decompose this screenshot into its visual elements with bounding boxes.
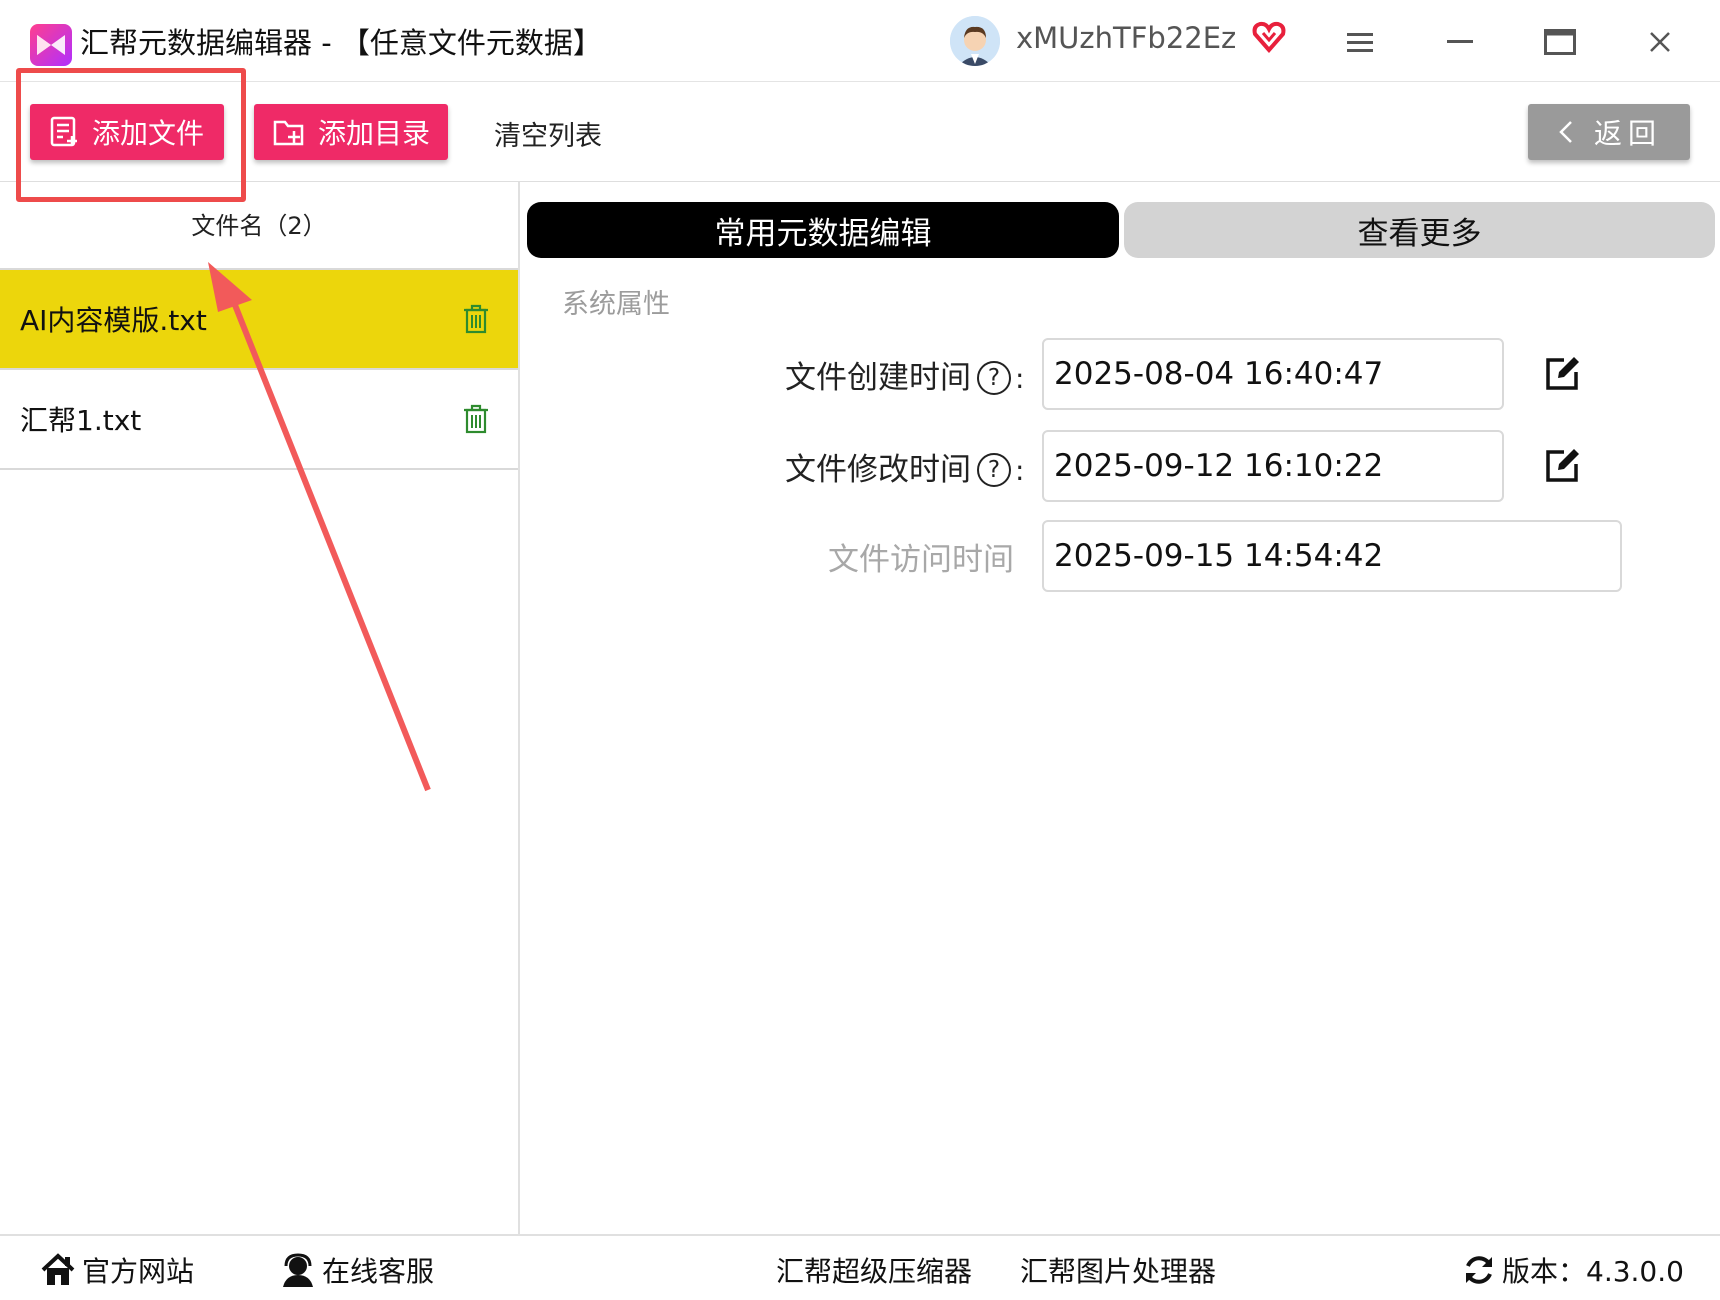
menu-icon[interactable]: [1336, 20, 1384, 64]
trash-icon[interactable]: [462, 303, 490, 335]
home-icon: [41, 1253, 75, 1285]
created-time-label-text: 文件创建时间: [785, 360, 971, 396]
created-time-input[interactable]: [1042, 338, 1504, 410]
online-support-label: 在线客服: [322, 1255, 435, 1288]
online-support-link[interactable]: 在线客服: [280, 1250, 434, 1290]
version-label: 版本：4.3.0.0: [1502, 1255, 1684, 1288]
app-logo-icon: [30, 24, 72, 66]
help-icon[interactable]: ?: [977, 453, 1011, 487]
close-icon[interactable]: [1636, 20, 1684, 64]
official-website-label: 官方网站: [82, 1255, 195, 1288]
support-agent-icon: [283, 1253, 313, 1287]
accessed-time-input[interactable]: [1042, 520, 1622, 592]
section-system-properties: 系统属性: [562, 289, 670, 320]
add-directory-label: 添加目录: [318, 117, 431, 150]
created-time-label: 文件创建时间?:: [785, 352, 1024, 397]
add-folder-icon: [273, 120, 304, 146]
file-name: AI内容模版.txt: [20, 304, 207, 337]
add-directory-button[interactable]: 添加目录: [254, 104, 448, 160]
maximize-icon[interactable]: [1536, 20, 1584, 64]
file-name: 汇帮1.txt: [20, 404, 142, 437]
title-bar: 汇帮元数据编辑器 - 【任意文件元数据】 xMUzhTFb22Ez: [0, 0, 1720, 82]
edit-icon[interactable]: [1542, 354, 1582, 394]
refresh-icon: [1466, 1256, 1492, 1284]
footer-bar: 官方网站 在线客服 汇帮超级压缩器 汇帮图片处理器 版本：4.3.0.0: [0, 1234, 1720, 1300]
label-colon: :: [1015, 362, 1025, 395]
official-website-link[interactable]: 官方网站: [40, 1250, 194, 1290]
file-list-panel: 文件名（2） AI内容模版.txt 汇帮1.txt: [0, 182, 520, 1234]
edit-icon[interactable]: [1542, 446, 1582, 486]
trash-icon[interactable]: [462, 403, 490, 435]
back-label: 返回: [1593, 117, 1662, 150]
username[interactable]: xMUzhTFb22Ez: [1016, 21, 1236, 55]
vip-heart-icon[interactable]: [1252, 20, 1286, 58]
back-button[interactable]: 返回: [1528, 104, 1690, 160]
add-file-button[interactable]: 添加文件: [30, 104, 224, 160]
avatar[interactable]: [950, 16, 1000, 66]
minimize-icon[interactable]: [1436, 20, 1484, 64]
clear-list-button[interactable]: 清空列表: [494, 114, 602, 153]
accessed-time-label: 文件访问时间: [828, 542, 1014, 578]
modified-time-input[interactable]: [1042, 430, 1504, 502]
help-icon[interactable]: ?: [977, 361, 1011, 395]
label-colon: :: [1015, 454, 1025, 487]
add-file-label: 添加文件: [92, 117, 205, 150]
image-tool-link[interactable]: 汇帮图片处理器: [1020, 1250, 1216, 1290]
file-row[interactable]: 汇帮1.txt: [0, 370, 518, 470]
add-file-icon: [50, 116, 77, 147]
toolbar: 添加文件 添加目录 清空列表 返回: [0, 82, 1720, 182]
file-list-header: 文件名（2）: [0, 182, 518, 270]
modified-time-label: 文件修改时间?:: [785, 444, 1024, 489]
tab-view-more[interactable]: 查看更多: [1124, 202, 1715, 258]
compressor-link[interactable]: 汇帮超级压缩器: [776, 1250, 972, 1290]
modified-time-label-text: 文件修改时间: [785, 452, 971, 488]
window-title: 汇帮元数据编辑器 - 【任意文件元数据】: [80, 26, 602, 60]
version-info[interactable]: 版本：4.3.0.0: [1462, 1250, 1684, 1290]
chevron-left-icon: [1559, 121, 1572, 143]
metadata-tabs: 常用元数据编辑 查看更多: [527, 202, 1715, 258]
tab-common-metadata[interactable]: 常用元数据编辑: [527, 202, 1119, 258]
file-row[interactable]: AI内容模版.txt: [0, 270, 518, 370]
